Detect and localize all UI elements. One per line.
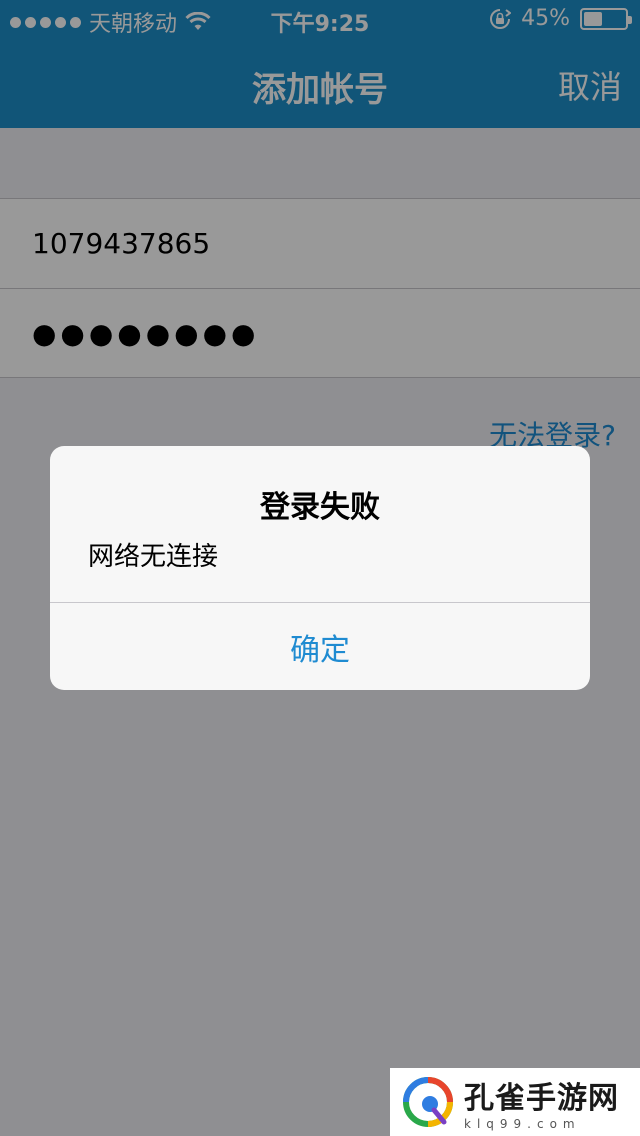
peacock-logo-icon <box>403 1077 453 1127</box>
confirm-button[interactable]: 确定 <box>50 603 590 690</box>
watermark-url: klq99.com <box>464 1117 581 1131</box>
alert-title: 登录失败 <box>260 490 380 525</box>
watermark-name: 孔雀手游网 <box>464 1081 619 1116</box>
alert-message: 网络无连接 <box>88 542 219 572</box>
alert-dialog: 登录失败 网络无连接 确定 <box>50 446 590 690</box>
watermark-text: 孔雀手游网 klq99.com <box>464 1073 619 1131</box>
watermark: 孔雀手游网 klq99.com <box>390 1068 640 1136</box>
